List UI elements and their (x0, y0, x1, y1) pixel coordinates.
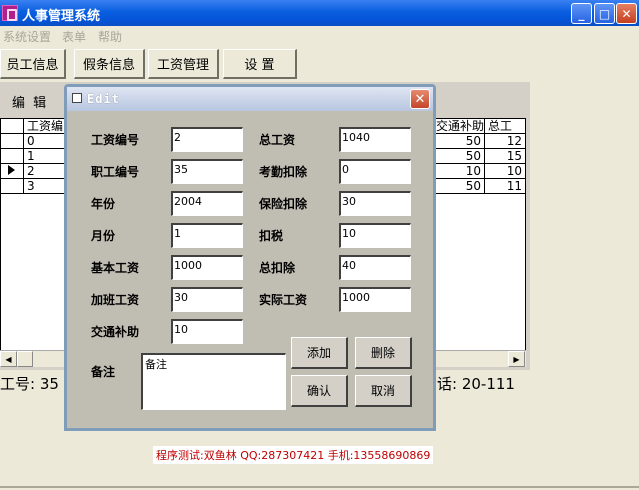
table-cell[interactable]: 0 (24, 134, 69, 149)
table-cell[interactable]: 10 (485, 164, 526, 179)
maximize-button[interactable]: □ (594, 3, 615, 24)
row-selector[interactable] (1, 149, 24, 164)
table-cell[interactable]: 50 (433, 179, 485, 194)
column-header-transport[interactable]: 交通补助 (433, 119, 485, 134)
label-remark: 备注 (91, 365, 116, 379)
delete-button[interactable]: 删除 (355, 337, 412, 369)
app-icon (2, 5, 18, 21)
table-cell[interactable]: 11 (485, 179, 526, 194)
confirm-button[interactable]: 确认 (291, 375, 348, 407)
menu-help[interactable]: 帮助 (98, 28, 122, 45)
settings-button[interactable]: 设 置 (223, 49, 297, 79)
menu-forms[interactable]: 表单 (62, 28, 86, 45)
insurance-deduction-field[interactable]: 30 (339, 191, 411, 216)
label-salary-id: 工资编号 (91, 133, 140, 147)
row-selector[interactable] (1, 179, 24, 194)
attendance-deduction-field[interactable]: 0 (339, 159, 411, 184)
dialog-icon (72, 93, 82, 103)
label-transport: 交通补助 (91, 325, 140, 339)
menu-bar: 系统设置 表单 帮助 (0, 26, 639, 46)
total-salary-field[interactable]: 1040 (339, 127, 411, 152)
scroll-thumb[interactable] (17, 351, 33, 367)
status-employee-id: 工号: 35 (0, 375, 59, 393)
table-cell[interactable]: 12 (485, 134, 526, 149)
leave-info-button[interactable]: 假条信息 (74, 49, 145, 79)
dialog-title: Edit (87, 92, 120, 106)
edit-label: 编 辑 (12, 96, 49, 111)
credit-text: 程序测试:双鱼林 QQ:287307421 手机:13558690869 (153, 446, 434, 464)
column-header-salary-id[interactable]: 工资编 (24, 119, 69, 134)
label-total-deduction: 总扣除 (259, 261, 296, 275)
current-row-arrow-icon (8, 165, 15, 175)
label-overtime: 加班工资 (91, 293, 140, 307)
employee-id-field[interactable]: 35 (171, 159, 243, 184)
table-cell[interactable]: 10 (433, 164, 485, 179)
overtime-field[interactable]: 30 (171, 287, 243, 312)
close-button[interactable]: ✕ (616, 3, 637, 24)
label-tax: 扣税 (259, 229, 284, 243)
label-attendance-deduction: 考勤扣除 (259, 165, 308, 179)
add-button[interactable]: 添加 (291, 337, 348, 369)
row-header-corner (1, 119, 24, 134)
salary-id-field[interactable]: 2 (171, 127, 243, 152)
scroll-right-icon[interactable]: ▶ (508, 351, 525, 367)
label-total-salary: 总工资 (259, 133, 296, 147)
label-base-salary: 基本工资 (91, 261, 140, 275)
label-employee-id: 职工编号 (91, 165, 140, 179)
employee-info-button[interactable]: 员工信息 (0, 49, 66, 79)
label-year: 年份 (91, 197, 116, 211)
table-cell[interactable]: 15 (485, 149, 526, 164)
table-cell[interactable]: 50 (433, 149, 485, 164)
base-salary-field[interactable]: 1000 (171, 255, 243, 280)
transport-field[interactable]: 10 (171, 319, 243, 344)
table-cell[interactable]: 2 (24, 164, 69, 179)
total-deduction-field[interactable]: 40 (339, 255, 411, 280)
window-titlebar[interactable]: 人事管理系统 _ □ ✕ (0, 0, 639, 26)
remark-textarea[interactable]: 备注 (141, 353, 286, 410)
label-insurance-deduction: 保险扣除 (259, 197, 308, 211)
dialog-close-icon[interactable]: ✕ (410, 89, 430, 109)
scroll-left-icon[interactable]: ◀ (0, 351, 17, 367)
window-title: 人事管理系统 (22, 9, 101, 24)
column-header-total[interactable]: 总工 (485, 119, 526, 134)
month-field[interactable]: 1 (171, 223, 243, 248)
row-selector[interactable] (1, 134, 24, 149)
year-field[interactable]: 2004 (171, 191, 243, 216)
table-cell[interactable]: 1 (24, 149, 69, 164)
table-cell[interactable]: 3 (24, 179, 69, 194)
cancel-button[interactable]: 取消 (355, 375, 412, 407)
dialog-titlebar[interactable]: Edit ✕ (67, 87, 433, 111)
edit-dialog: Edit ✕ 工资编号 2 职工编号 35 年份 2004 月份 1 基本工资 … (64, 84, 436, 431)
bottom-border (0, 486, 639, 488)
menu-system-settings[interactable]: 系统设置 (3, 28, 51, 45)
minimize-button[interactable]: _ (571, 3, 592, 24)
table-cell[interactable]: 50 (433, 134, 485, 149)
salary-management-button[interactable]: 工资管理 (148, 49, 219, 79)
status-phone: 话: 20-111 (437, 375, 515, 393)
label-net-salary: 实际工资 (259, 293, 308, 307)
net-salary-field[interactable]: 1000 (339, 287, 411, 312)
tax-field[interactable]: 10 (339, 223, 411, 248)
label-month: 月份 (91, 229, 116, 243)
